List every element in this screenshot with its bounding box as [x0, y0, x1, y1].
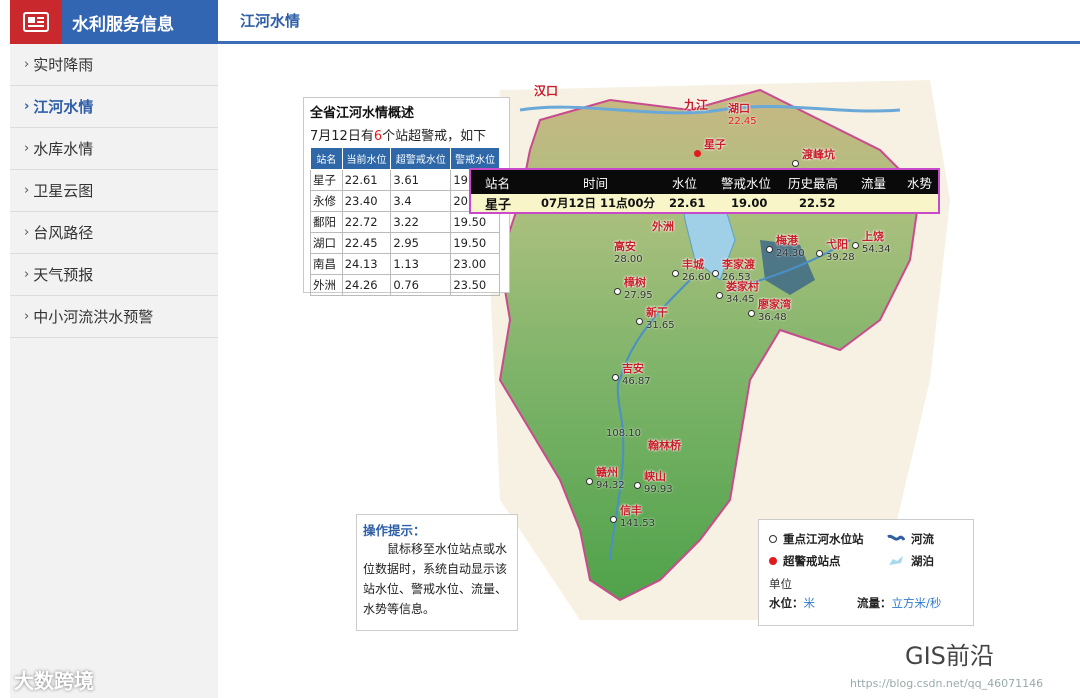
station-dot — [634, 482, 641, 489]
station-dot — [612, 374, 619, 381]
page-title: 江河水情 — [240, 12, 301, 30]
column-header: 当前水位 — [341, 147, 392, 170]
chevron-right-icon: › — [24, 57, 30, 72]
overview-title: 全省江河水情概述 — [310, 106, 415, 121]
station-dot — [716, 292, 723, 299]
tooltip-column: 历史最高 — [788, 175, 839, 191]
station-marker[interactable]: 高安 28.00 — [614, 238, 643, 265]
legend-station: 重点江河水位站 — [783, 532, 864, 546]
map-legend: 重点江河水位站 河流 超警戒站点 湖泊 单位 水位：米 流量：立方米/秒 — [758, 519, 974, 626]
station-marker[interactable]: 廖家湾 36.48 — [748, 296, 791, 323]
map-label: 九江 — [684, 98, 709, 112]
chevron-right-icon: › — [24, 225, 30, 240]
station-marker[interactable]: 星子 — [694, 136, 726, 157]
table-row[interactable]: 南昌 24.13 1.13 23.00 — [310, 253, 500, 275]
watermark-right: GIS前沿 — [905, 642, 994, 670]
watermark-left: 大数跨境 — [14, 669, 94, 693]
station-marker[interactable]: 渡峰坑 — [792, 146, 835, 167]
map-label: 汉口 — [534, 84, 559, 98]
brand-title: 水利服务信息 — [72, 14, 174, 35]
news-icon — [10, 0, 62, 44]
app-brand: 水利服务信息 — [10, 0, 218, 44]
station-marker[interactable]: 湖口 22.45 — [728, 100, 757, 127]
station-marker[interactable]: 信丰 141.53 — [610, 502, 655, 529]
station-marker[interactable]: 新干 31.65 — [636, 304, 675, 331]
station-marker[interactable]: 樟树 27.95 — [614, 274, 653, 301]
station-marker[interactable]: 外洲 — [652, 218, 674, 234]
station-dot — [748, 310, 755, 317]
alert-station-dot — [694, 150, 701, 157]
station-dot — [614, 288, 621, 295]
station-dot — [712, 270, 719, 277]
station-marker[interactable]: 娄家村 34.45 — [716, 278, 759, 305]
sidebar-item-satellite[interactable]: › 卫星云图 — [10, 170, 218, 212]
sidebar-item-weather[interactable]: › 天气预报 — [10, 254, 218, 296]
sidebar-item-reservoir[interactable]: › 水库水情 — [10, 128, 218, 170]
alert-count: 6 — [373, 129, 383, 144]
hint-title: 操作提示： — [363, 523, 426, 538]
tooltip-column: 流量 — [861, 175, 887, 191]
chevron-right-icon: › — [24, 267, 30, 282]
legend-unit-title: 单位 — [769, 577, 792, 591]
column-header: 站名 — [310, 147, 343, 170]
station-dot — [816, 250, 823, 257]
tooltip-column: 水位 — [672, 175, 698, 191]
station-marker[interactable]: 吉安 46.87 — [612, 360, 651, 387]
sidebar: › 实时降雨 › 江河水情 › 水库水情 › 卫星云图 › 台风路径 › 天气预报 › 中小河… — [10, 44, 218, 698]
sidebar-item-label: 水库水情 — [33, 140, 94, 158]
station-tooltip: 站名 时间 水位 警戒水位 历史最高 流量 水势 星子 07月12日 11点00… — [469, 168, 940, 214]
table-row[interactable]: 外洲 24.26 0.76 23.50 — [310, 274, 500, 296]
sidebar-item-rainfall[interactable]: › 实时降雨 — [10, 44, 218, 86]
legend-lake: 湖泊 — [911, 554, 934, 568]
table-row[interactable]: 鄱阳 22.72 3.22 19.50 — [310, 211, 500, 233]
hint-text: 鼠标移至水位站点或水位数据时，系统自动显示该站水位、警戒水位、流量、水势等信息。 — [363, 542, 508, 616]
sidebar-item-typhoon[interactable]: › 台风路径 — [10, 212, 218, 254]
sidebar-item-label: 台风路径 — [33, 224, 94, 242]
chevron-right-icon: › — [24, 309, 30, 324]
sidebar-item-label: 卫星云图 — [33, 182, 94, 200]
station-marker[interactable]: 丰城 26.60 — [672, 256, 711, 283]
watermark-url: https://blog.csdn.net/qq_46071146 — [850, 677, 1044, 690]
station-dot-icon — [769, 535, 777, 543]
sidebar-item-label: 天气预报 — [33, 266, 94, 284]
page-header: 江河水情 — [218, 0, 1080, 44]
station-dot — [672, 270, 679, 277]
station-dot — [636, 318, 643, 325]
tooltip-column: 时间 — [583, 175, 609, 191]
sidebar-item-label: 江河水情 — [33, 98, 94, 116]
station-dot — [766, 246, 773, 253]
sidebar-item-flood-warning[interactable]: › 中小河流洪水预警 — [10, 296, 218, 338]
river-icon — [887, 534, 905, 541]
station-dot — [586, 478, 593, 485]
alert-dot-icon — [769, 557, 777, 565]
chevron-right-icon: › — [24, 99, 30, 114]
chevron-right-icon: › — [24, 183, 30, 198]
chevron-right-icon: › — [24, 141, 30, 156]
column-header: 警戒水位 — [450, 147, 500, 170]
overview-summary: 7月12日有6个站超警戒，如下 — [310, 129, 487, 144]
legend-river: 河流 — [911, 532, 934, 546]
sidebar-item-label: 实时降雨 — [33, 56, 94, 74]
station-dot — [792, 160, 799, 167]
tooltip-column: 警戒水位 — [721, 175, 772, 191]
station-dot — [852, 242, 859, 249]
legend-alert: 超警戒站点 — [783, 554, 841, 568]
station-marker[interactable]: 梅港 24.30 — [766, 232, 805, 259]
operation-hint: 操作提示： 鼠标移至水位站点或水位数据时，系统自动显示该站水位、警戒水位、流量、… — [356, 514, 518, 631]
station-marker[interactable]: 上饶 54.34 — [852, 228, 891, 255]
lake-icon — [889, 556, 903, 565]
tooltip-column: 站名 — [485, 175, 511, 191]
station-marker[interactable]: 赣州 94.32 — [586, 464, 625, 491]
sidebar-item-label: 中小河流洪水预警 — [33, 308, 154, 326]
station-marker[interactable]: 峡山 99.93 — [634, 468, 673, 495]
table-row[interactable]: 湖口 22.45 2.95 19.50 — [310, 232, 500, 254]
tooltip-row: 星子 07月12日 11点00分 22.61 19.00 22.52 — [471, 194, 938, 213]
station-marker[interactable]: 弋阳 39.28 — [816, 236, 855, 263]
sidebar-item-river-water[interactable]: › 江河水情 — [10, 86, 218, 128]
station-dot — [610, 516, 617, 523]
column-header: 超警戒水位 — [390, 147, 452, 170]
tooltip-column: 水势 — [907, 175, 933, 191]
tooltip-header: 站名 时间 水位 警戒水位 历史最高 流量 水势 — [471, 170, 938, 194]
station-marker[interactable]: 108.10 翰林桥 — [606, 428, 681, 453]
